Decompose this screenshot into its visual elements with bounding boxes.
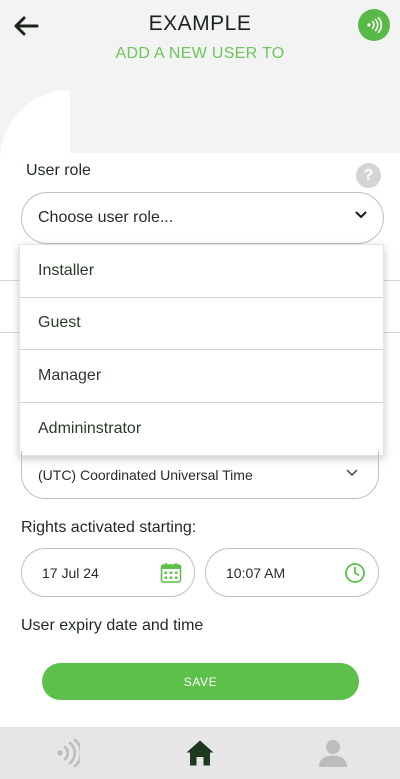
user-role-dropdown: Installer Guest Manager Admininstrator bbox=[19, 244, 384, 456]
start-date-value: 17 Jul 24 bbox=[42, 564, 99, 581]
expiry-label: User expiry date and time bbox=[21, 617, 204, 634]
nav-item-profile[interactable] bbox=[267, 727, 400, 779]
start-date-field[interactable]: 17 Jul 24 bbox=[21, 548, 195, 597]
user-icon bbox=[319, 740, 348, 767]
role-option-guest[interactable]: Guest bbox=[20, 298, 383, 350]
nav-item-home[interactable] bbox=[133, 727, 266, 779]
help-icon[interactable]: ? bbox=[356, 163, 381, 188]
user-role-select-value: Choose user role... bbox=[38, 209, 174, 226]
rights-start-label: Rights activated starting: bbox=[21, 519, 197, 536]
role-option-administrator[interactable]: Admininstrator bbox=[20, 403, 383, 456]
page-title: EXAMPLE bbox=[148, 12, 252, 35]
start-time-field[interactable]: 10:07 AM bbox=[205, 548, 379, 597]
chevron-down-icon bbox=[346, 469, 358, 476]
nav-item-nfc[interactable] bbox=[0, 727, 133, 779]
page-subtitle: ADD A NEW USER TO bbox=[115, 45, 285, 62]
user-role-select[interactable]: Choose user role... bbox=[21, 192, 384, 244]
bottom-nav bbox=[0, 727, 400, 779]
timezone-select[interactable]: (UTC) Coordinated Universal Time bbox=[21, 451, 379, 499]
save-button[interactable]: SAVE bbox=[42, 663, 359, 700]
timezone-select-value: (UTC) Coordinated Universal Time bbox=[38, 466, 253, 483]
home-icon bbox=[186, 740, 214, 766]
role-option-installer[interactable]: Installer bbox=[20, 245, 383, 298]
chevron-down-icon bbox=[355, 211, 367, 218]
nfc-icon bbox=[367, 17, 383, 33]
nfc-button[interactable] bbox=[358, 9, 390, 41]
role-option-manager[interactable]: Manager bbox=[20, 350, 383, 403]
start-time-value: 10:07 AM bbox=[226, 564, 286, 581]
calendar-icon[interactable] bbox=[160, 562, 182, 584]
user-role-label: User role bbox=[26, 162, 91, 179]
nfc-icon bbox=[57, 738, 80, 768]
clock-icon[interactable] bbox=[344, 562, 366, 584]
